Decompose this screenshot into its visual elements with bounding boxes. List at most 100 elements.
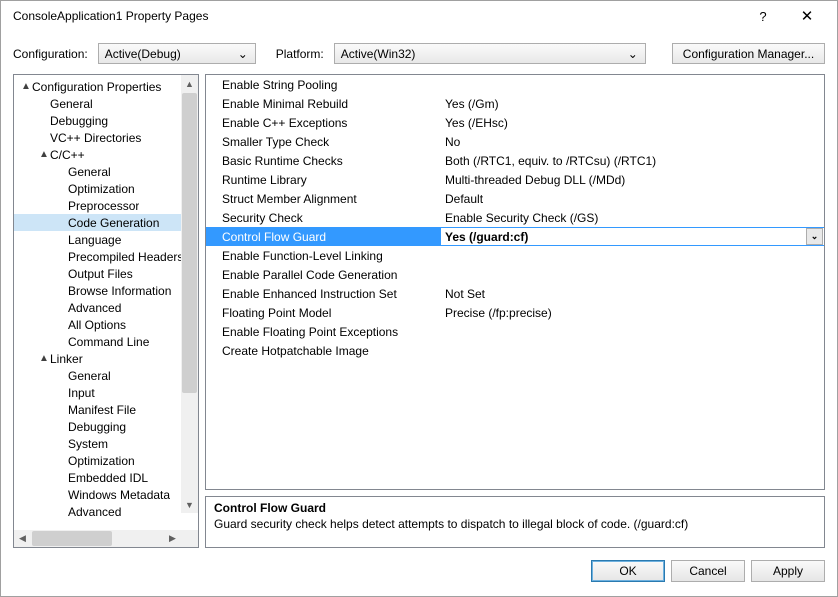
property-row[interactable]: Basic Runtime ChecksBoth (/RTC1, equiv. … (206, 151, 824, 170)
property-row[interactable]: Control Flow GuardYes (/guard:cf)⌄ (206, 227, 824, 246)
tree-item[interactable]: Language (14, 231, 198, 248)
tree-item-label: Linker (50, 352, 83, 366)
property-value[interactable]: Yes (/Gm) (441, 97, 824, 111)
tree-item-label: Input (68, 386, 95, 400)
property-value[interactable]: Not Set (441, 287, 824, 301)
tree-item[interactable]: Browse Information (14, 282, 198, 299)
property-row[interactable]: Smaller Type CheckNo (206, 132, 824, 151)
scroll-thumb[interactable] (182, 93, 197, 393)
tree-vertical-scrollbar[interactable]: ▲ ▼ (181, 75, 198, 513)
scroll-right-icon[interactable]: ▶ (164, 530, 181, 547)
close-button[interactable]: ✕ (785, 1, 829, 31)
tree-item[interactable]: Preprocessor (14, 197, 198, 214)
scroll-down-icon[interactable]: ▼ (181, 496, 198, 513)
tree-item[interactable]: Debugging (14, 418, 198, 435)
tree-item-label: Output Files (68, 267, 133, 281)
tree-item[interactable]: ▲Configuration Properties (14, 78, 198, 95)
property-row[interactable]: Enable Floating Point Exceptions (206, 322, 824, 341)
property-row[interactable]: Enable Enhanced Instruction SetNot Set (206, 284, 824, 303)
scroll-up-icon[interactable]: ▲ (181, 75, 198, 92)
property-row[interactable]: Create Hotpatchable Image (206, 341, 824, 360)
config-bar: Configuration: Active(Debug) ⌄ Platform:… (1, 31, 837, 74)
tree-item-label: Optimization (68, 182, 135, 196)
property-name: Smaller Type Check (206, 135, 441, 149)
property-row[interactable]: Enable Minimal RebuildYes (/Gm) (206, 94, 824, 113)
property-value[interactable]: Multi-threaded Debug DLL (/MDd) (441, 173, 824, 187)
property-row[interactable]: Enable Parallel Code Generation (206, 265, 824, 284)
tree-item[interactable]: Precompiled Headers (14, 248, 198, 265)
apply-button[interactable]: Apply (751, 560, 825, 582)
property-name: Enable C++ Exceptions (206, 116, 441, 130)
property-grid: Enable String PoolingEnable Minimal Rebu… (205, 74, 825, 490)
tree-item-label: System (68, 437, 108, 451)
property-value[interactable]: Default (441, 192, 824, 206)
property-row[interactable]: Struct Member AlignmentDefault (206, 189, 824, 208)
configuration-dropdown[interactable]: Active(Debug) ⌄ (98, 43, 256, 64)
property-row[interactable]: Enable String Pooling (206, 75, 824, 94)
tree-twisty-icon[interactable]: ▲ (38, 149, 50, 160)
tree-item[interactable]: Embedded IDL (14, 469, 198, 486)
property-row[interactable]: Runtime LibraryMulti-threaded Debug DLL … (206, 170, 824, 189)
tree-horizontal-scrollbar[interactable]: ◀ ▶ (14, 530, 198, 547)
property-row[interactable]: Enable C++ ExceptionsYes (/EHsc) (206, 113, 824, 132)
tree-item[interactable]: Optimization (14, 180, 198, 197)
tree-item[interactable]: ▲C/C++ (14, 146, 198, 163)
tree-item[interactable]: Output Files (14, 265, 198, 282)
ok-button[interactable]: OK (591, 560, 665, 582)
property-row[interactable]: Security CheckEnable Security Check (/GS… (206, 208, 824, 227)
property-value[interactable]: Enable Security Check (/GS) (441, 211, 824, 225)
tree-item-label: Code Generation (68, 216, 159, 230)
tree-twisty-icon[interactable]: ▲ (20, 81, 32, 92)
tree-item[interactable]: Command Line (14, 333, 198, 350)
titlebar: ConsoleApplication1 Property Pages ? ✕ (1, 1, 837, 31)
tree-item-label: C/C++ (50, 148, 85, 162)
tree-item-label: Optimization (68, 454, 135, 468)
tree-item-label: Advanced (68, 301, 121, 315)
tree-item[interactable]: Code Generation (14, 214, 198, 231)
dialog-buttons: OK Cancel Apply (1, 556, 837, 596)
tree-item-label: General (68, 165, 111, 179)
tree-item[interactable]: Advanced (14, 299, 198, 316)
tree-item-label: Command Line (68, 335, 149, 349)
tree-item[interactable]: Optimization (14, 452, 198, 469)
help-button[interactable]: ? (741, 1, 785, 31)
tree-item[interactable]: VC++ Directories (14, 129, 198, 146)
tree-item-label: Configuration Properties (32, 80, 161, 94)
chevron-down-icon[interactable]: ⌄ (806, 228, 823, 245)
property-name: Control Flow Guard (206, 230, 441, 244)
property-value[interactable]: Yes (/guard:cf)⌄ (441, 228, 824, 245)
tree-item[interactable]: General (14, 95, 198, 112)
property-name: Enable Minimal Rebuild (206, 97, 441, 111)
property-row[interactable]: Enable Function-Level Linking (206, 246, 824, 265)
property-value[interactable]: Both (/RTC1, equiv. to /RTCsu) (/RTC1) (441, 154, 824, 168)
configuration-manager-button[interactable]: Configuration Manager... (672, 43, 825, 64)
tree-item-label: Embedded IDL (68, 471, 148, 485)
tree-item[interactable]: Advanced (14, 503, 198, 520)
tree-item-label: Windows Metadata (68, 488, 170, 502)
tree-item[interactable]: Input (14, 384, 198, 401)
tree-item[interactable]: System (14, 435, 198, 452)
scroll-left-icon[interactable]: ◀ (14, 530, 31, 547)
tree-twisty-icon[interactable]: ▲ (38, 353, 50, 364)
platform-dropdown[interactable]: Active(Win32) ⌄ (334, 43, 646, 64)
scroll-thumb[interactable] (32, 531, 112, 546)
cancel-button[interactable]: Cancel (671, 560, 745, 582)
configuration-label: Configuration: (13, 47, 92, 61)
tree-item[interactable]: Windows Metadata (14, 486, 198, 503)
property-name: Create Hotpatchable Image (206, 344, 441, 358)
tree-item[interactable]: Debugging (14, 112, 198, 129)
property-value[interactable]: Yes (/EHsc) (441, 116, 824, 130)
tree-item-label: Preprocessor (68, 199, 139, 213)
tree-item-label: VC++ Directories (50, 131, 141, 145)
tree-item[interactable]: Manifest File (14, 401, 198, 418)
tree-item[interactable]: General (14, 163, 198, 180)
tree-item-label: General (50, 97, 93, 111)
property-value[interactable]: No (441, 135, 824, 149)
tree-item[interactable]: All Options (14, 316, 198, 333)
tree-item[interactable]: ▲Linker (14, 350, 198, 367)
property-value[interactable]: Precise (/fp:precise) (441, 306, 824, 320)
tree-item[interactable]: General (14, 367, 198, 384)
property-row[interactable]: Floating Point ModelPrecise (/fp:precise… (206, 303, 824, 322)
property-name: Security Check (206, 211, 441, 225)
property-name: Enable Enhanced Instruction Set (206, 287, 441, 301)
